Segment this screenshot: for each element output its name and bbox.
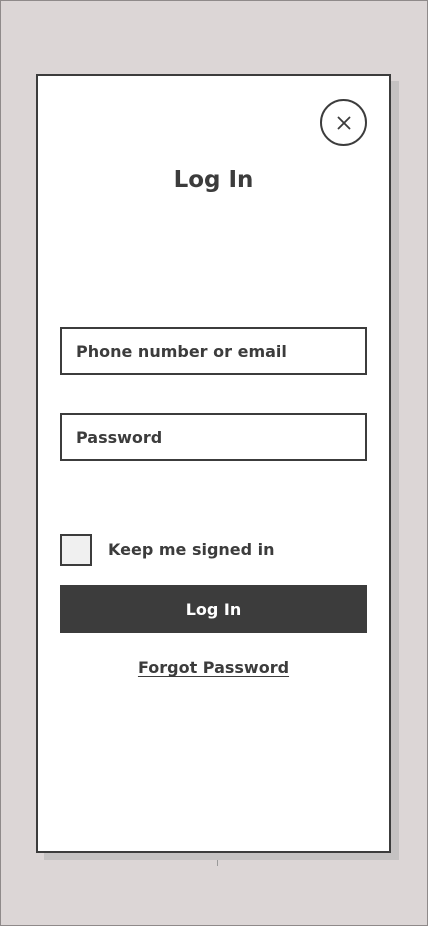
forgot-password-container: Forgot Password [38, 657, 389, 679]
login-modal: Log In Keep me signed in Log In Forgot P… [36, 74, 391, 853]
keep-signed-in-label[interactable]: Keep me signed in [108, 539, 275, 561]
close-icon [337, 116, 350, 129]
page-title: Log In [173, 167, 254, 193]
keep-signed-in-checkbox[interactable] [60, 534, 92, 566]
phone-or-email-field[interactable] [60, 327, 367, 375]
password-field[interactable] [60, 413, 367, 461]
close-button[interactable] [320, 99, 367, 146]
forgot-password-link[interactable]: Forgot Password [138, 658, 289, 677]
login-button[interactable]: Log In [60, 585, 367, 633]
